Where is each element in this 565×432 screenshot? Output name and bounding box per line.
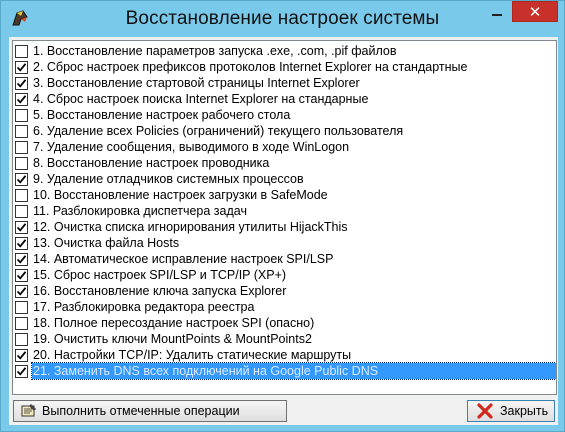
list-item-label: 2. Сброс настроек префиксов протоколов I… — [33, 60, 468, 74]
close-x-icon — [477, 403, 493, 419]
list-item-label: 15. Сброс настроек SPI/LSP и TCP/IP (XP+… — [33, 268, 287, 282]
list-item-label: 8. Восстановление настроек проводника — [33, 156, 270, 170]
run-selected-button[interactable]: Выполнить отмеченные операции — [13, 400, 287, 422]
close-window-button[interactable]: ✕ — [512, 1, 558, 22]
list-item[interactable]: 18. Полное пересоздание настроек SPI (оп… — [13, 315, 556, 331]
window-title: Восстановление настроек системы — [125, 8, 440, 29]
checkmark-icon — [16, 223, 27, 232]
list-item[interactable]: 2. Сброс настроек префиксов протоколов I… — [13, 59, 556, 75]
dialog-window: Восстановление настроек системы ✕ 1. Вос… — [0, 0, 565, 432]
checkbox[interactable] — [15, 45, 28, 58]
list-item-label: 16. Восстановление ключа запуска Explore… — [33, 284, 287, 298]
checkmark-icon — [16, 239, 27, 248]
execute-icon — [21, 404, 36, 417]
close-button[interactable]: Закрыть — [467, 400, 555, 422]
checkbox[interactable] — [15, 333, 28, 346]
list-item[interactable]: 19. Очистить ключи MountPoints & MountPo… — [13, 331, 556, 347]
list-item-label: 4. Сброс настроек поиска Internet Explor… — [33, 92, 369, 106]
close-icon: ✕ — [528, 3, 542, 21]
list-item-label: 19. Очистить ключи MountPoints & MountPo… — [33, 332, 312, 346]
checkbox[interactable] — [15, 301, 28, 314]
list-item[interactable]: 5. Восстановление настроек рабочего стол… — [13, 107, 556, 123]
checkbox[interactable] — [15, 349, 28, 362]
checkbox[interactable] — [15, 157, 28, 170]
list-item[interactable]: 4. Сброс настроек поиска Internet Explor… — [13, 91, 556, 107]
checkmark-icon — [16, 95, 27, 104]
list-item[interactable]: 12. Очистка списка игнорирования утилиты… — [13, 219, 556, 235]
checkbox[interactable] — [15, 253, 28, 266]
list-item-label: 3. Восстановление стартовой страницы Int… — [33, 76, 360, 90]
list-item-label: 13. Очистка файла Hosts — [33, 236, 180, 250]
list-item-label: 12. Очистка списка игнорирования утилиты… — [33, 220, 348, 234]
list-item[interactable]: 20. Настройки TCP/IP: Удалить статически… — [13, 347, 556, 363]
list-item[interactable]: 10. Восстановление настроек загрузки в S… — [13, 187, 556, 203]
list-item-label: 10. Восстановление настроек загрузки в S… — [33, 188, 328, 202]
checkbox[interactable] — [15, 365, 28, 378]
list-item-label: 20. Настройки TCP/IP: Удалить статически… — [33, 348, 352, 362]
title-bar[interactable]: Восстановление настроек системы ✕ — [1, 1, 564, 37]
list-item[interactable]: 6. Удаление всех Policies (ограничений) … — [13, 123, 556, 139]
list-item-label: 21. Заменить DNS всех подключений на Goo… — [31, 362, 556, 380]
list-item-label: 17. Разблокировка редактора реестра — [33, 300, 255, 314]
run-button-label: Выполнить отмеченные операции — [42, 404, 240, 418]
checkmark-icon — [16, 63, 27, 72]
checkmark-icon — [16, 287, 27, 296]
list-item[interactable]: 1. Восстановление параметров запуска .ex… — [13, 43, 556, 59]
checkbox[interactable] — [15, 205, 28, 218]
checkmark-icon — [16, 175, 27, 184]
list-item-label: 18. Полное пересоздание настроек SPI (оп… — [33, 316, 315, 330]
list-item[interactable]: 7. Удаление сообщения, выводимого в ходе… — [13, 139, 556, 155]
checkbox[interactable] — [15, 77, 28, 90]
list-item-label: 14. Автоматическое исправление настроек … — [33, 252, 334, 266]
checkbox[interactable] — [15, 221, 28, 234]
list-item[interactable]: 13. Очистка файла Hosts — [13, 235, 556, 251]
operations-checklist[interactable]: 1. Восстановление параметров запуска .ex… — [12, 40, 557, 395]
checkbox[interactable] — [15, 61, 28, 74]
list-item-label: 6. Удаление всех Policies (ограничений) … — [33, 124, 404, 138]
checkmark-icon — [16, 79, 27, 88]
checkbox[interactable] — [15, 173, 28, 186]
minimize-icon — [492, 13, 502, 16]
list-item[interactable]: 11. Разблокировка диспетчера задач — [13, 203, 556, 219]
list-item[interactable]: 16. Восстановление ключа запуска Explore… — [13, 283, 556, 299]
checkbox[interactable] — [15, 269, 28, 282]
checkbox[interactable] — [15, 141, 28, 154]
checkbox[interactable] — [15, 285, 28, 298]
list-item-label: 9. Удаление отладчиков системных процесс… — [33, 172, 304, 186]
checkbox[interactable] — [15, 125, 28, 138]
list-item-label: 1. Восстановление параметров запуска .ex… — [33, 44, 397, 58]
checkbox[interactable] — [15, 109, 28, 122]
checkbox[interactable] — [15, 93, 28, 106]
list-item[interactable]: 15. Сброс настроек SPI/LSP и TCP/IP (XP+… — [13, 267, 556, 283]
minimize-button[interactable] — [484, 1, 510, 22]
list-item-label: 5. Восстановление настроек рабочего стол… — [33, 108, 291, 122]
list-item[interactable]: 17. Разблокировка редактора реестра — [13, 299, 556, 315]
checkbox[interactable] — [15, 317, 28, 330]
list-item[interactable]: 21. Заменить DNS всех подключений на Goo… — [13, 362, 556, 380]
list-item[interactable]: 9. Удаление отладчиков системных процесс… — [13, 171, 556, 187]
list-item-label: 7. Удаление сообщения, выводимого в ходе… — [33, 140, 350, 154]
list-item[interactable]: 14. Автоматическое исправление настроек … — [13, 251, 556, 267]
checkmark-icon — [16, 255, 27, 264]
checkmark-icon — [16, 367, 27, 376]
checkmark-icon — [16, 271, 27, 280]
list-item-label: 11. Разблокировка диспетчера задач — [33, 204, 247, 218]
checkmark-icon — [16, 351, 27, 360]
checkbox[interactable] — [15, 237, 28, 250]
checkbox[interactable] — [15, 189, 28, 202]
client-area: 1. Восстановление параметров запуска .ex… — [9, 37, 558, 425]
list-item[interactable]: 3. Восстановление стартовой страницы Int… — [13, 75, 556, 91]
close-button-label: Закрыть — [500, 404, 549, 418]
list-item[interactable]: 8. Восстановление настроек проводника — [13, 155, 556, 171]
